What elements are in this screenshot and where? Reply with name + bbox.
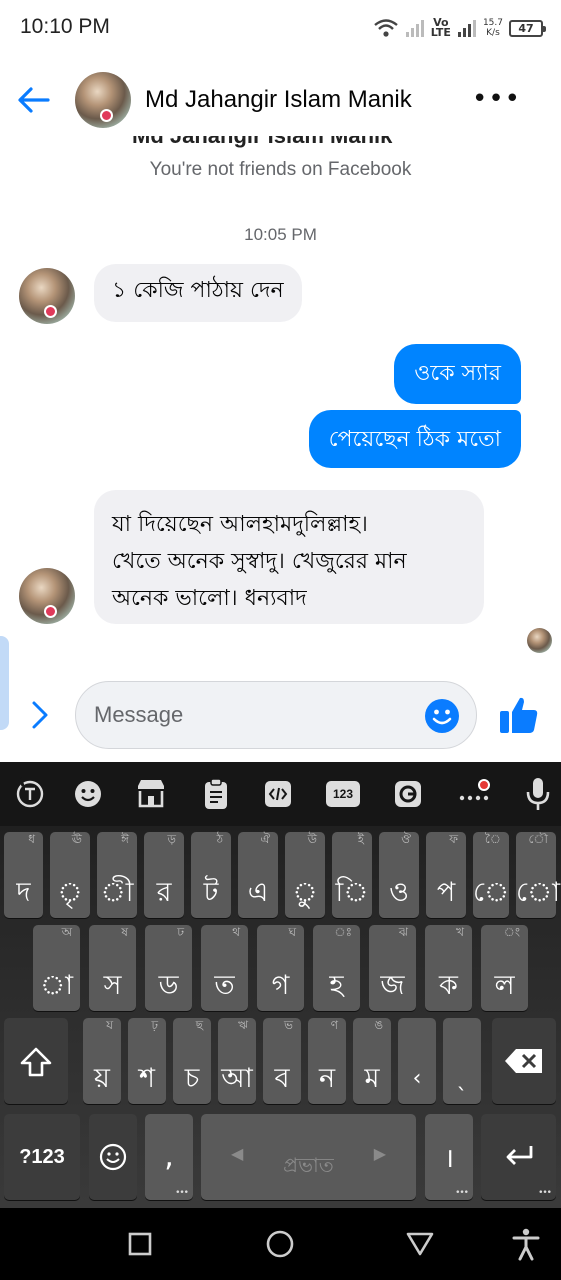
not-friends-notice: You're not friends on Facebook: [149, 159, 412, 180]
shift-key[interactable]: [4, 1018, 68, 1104]
key[interactable]: ইি: [332, 832, 372, 918]
key[interactable]: ঢ় শ: [128, 1018, 166, 1104]
message-input[interactable]: [94, 698, 414, 732]
outgoing-message[interactable]: ওকে স্যার: [394, 344, 521, 404]
key[interactable]: ৈে: [473, 832, 509, 918]
key[interactable]: ং ল: [481, 925, 528, 1011]
seen-indicator-avatar: [527, 628, 552, 653]
key[interactable]: ধদ: [4, 832, 43, 918]
navigation-bar: [0, 1208, 561, 1280]
numpad-icon[interactable]: 123: [326, 781, 360, 807]
status-icons: Vo LTE 15.7 K/s 47: [373, 14, 546, 42]
key[interactable]: ঙম: [353, 1018, 391, 1104]
shift-icon: [20, 1047, 52, 1077]
space-key[interactable]: ◀ প্রভাত ▶: [201, 1114, 416, 1200]
enter-key[interactable]: •••: [481, 1114, 556, 1200]
incoming-message[interactable]: ১ কেজি পাঠায় দেন: [94, 264, 302, 322]
volte-indicator: Vo LTE: [430, 16, 451, 39]
gif-icon[interactable]: [392, 776, 424, 812]
emoji-icon[interactable]: [72, 776, 104, 812]
message-line: অনেক ভালো। ধন্যবাদ: [112, 586, 307, 611]
key[interactable]: ঘগ: [257, 925, 304, 1011]
keyboard-toolbar: 123: [0, 762, 561, 826]
code-icon[interactable]: [262, 776, 294, 812]
back-icon[interactable]: [402, 1226, 438, 1262]
store-icon[interactable]: [135, 776, 167, 812]
back-arrow-icon[interactable]: [14, 80, 54, 120]
emoji-key[interactable]: [89, 1114, 137, 1200]
emoji-icon[interactable]: [424, 698, 460, 734]
network-speed: 15.7 K/s: [482, 18, 503, 38]
key[interactable]: অা: [33, 925, 80, 1011]
contact-avatar[interactable]: [75, 72, 131, 128]
sender-avatar[interactable]: [19, 568, 75, 624]
home-icon[interactable]: [262, 1226, 298, 1262]
message-line: খেতে অনেক সুস্বাদু। খেজুরের মান: [112, 549, 407, 574]
more-icon[interactable]: •••: [472, 84, 521, 114]
thumbs-up-icon[interactable]: [498, 694, 540, 736]
signal-icon: [405, 20, 424, 37]
enter-icon: [506, 1146, 533, 1165]
key[interactable]: ঐএ: [238, 832, 278, 918]
sender-avatar[interactable]: [19, 268, 75, 324]
period-key[interactable]: । •••: [425, 1114, 473, 1200]
key[interactable]: ˎ: [443, 1018, 481, 1104]
key[interactable]: ঠট: [191, 832, 231, 918]
message-timestamp: 10:05 PM: [244, 225, 317, 244]
signal-icon-2: [457, 20, 476, 37]
translate-icon[interactable]: [14, 776, 46, 812]
key[interactable]: ঊৃ: [50, 832, 90, 918]
outgoing-message[interactable]: পেয়েছেন ঠিক মতো: [308, 410, 521, 468]
key[interactable]: ৌো: [516, 832, 560, 918]
cursor-right-icon[interactable]: ▶: [374, 1144, 386, 1163]
key[interactable]: ঃ হ: [313, 925, 360, 1011]
battery-icon: 47: [509, 19, 546, 37]
backspace-key[interactable]: [492, 1018, 556, 1104]
backspace-icon: [505, 1049, 542, 1073]
key[interactable]: ণন: [308, 1018, 346, 1104]
symbols-key[interactable]: ?123: [4, 1114, 80, 1200]
clock: 10:10 PM: [20, 15, 110, 38]
more-dots-icon[interactable]: [458, 776, 490, 812]
key[interactable]: ঋআ: [218, 1018, 256, 1104]
contact-name[interactable]: Md Jahangir Islam Manik: [145, 86, 412, 114]
key[interactable]: ষস: [89, 925, 136, 1011]
recent-apps-icon[interactable]: [122, 1226, 158, 1262]
key[interactable]: উু: [285, 832, 325, 918]
profile-name-partial: Md Jahangir Islam Manik: [132, 136, 432, 148]
incoming-message[interactable]: যা দিয়েছেন আলহামদুলিল্লাহ। খেতে অনেক সু…: [94, 490, 484, 624]
key[interactable]: ছচ: [173, 1018, 211, 1104]
edge-panel-handle[interactable]: [0, 636, 9, 730]
key[interactable]: খক: [425, 925, 472, 1011]
smiley-icon: [99, 1143, 127, 1171]
key[interactable]: ‹: [398, 1018, 436, 1104]
wifi-icon: [373, 19, 398, 37]
keyboard: 123 ধদ ঊৃ ঈী ড় র ঠট ঐএ উু ইি ঔও ফপ ৈে ৌো…: [0, 762, 561, 1208]
message-line: যা দিয়েছেন আলহামদুলিল্লাহ।: [112, 512, 368, 537]
key[interactable]: ঈী: [97, 832, 137, 918]
message-composer: [75, 681, 477, 749]
clipboard-icon[interactable]: [200, 776, 232, 812]
comma-key[interactable]: , •••: [145, 1114, 193, 1200]
microphone-icon[interactable]: [522, 776, 554, 812]
key[interactable]: ঢড: [145, 925, 192, 1011]
chat-header: Md Jahangir Islam Manik •••: [0, 60, 561, 144]
key[interactable]: ফপ: [426, 832, 466, 918]
key[interactable]: ঔও: [379, 832, 419, 918]
status-bar: 10:10 PM Vo LTE 15.7 K/s 47: [0, 0, 561, 56]
chevron-right-icon[interactable]: [28, 698, 52, 732]
key[interactable]: ড় র: [144, 832, 184, 918]
accessibility-icon[interactable]: [508, 1226, 544, 1262]
key[interactable]: য য়: [83, 1018, 121, 1104]
key[interactable]: ভব: [263, 1018, 301, 1104]
key[interactable]: ঝজ: [369, 925, 416, 1011]
key[interactable]: থত: [201, 925, 248, 1011]
